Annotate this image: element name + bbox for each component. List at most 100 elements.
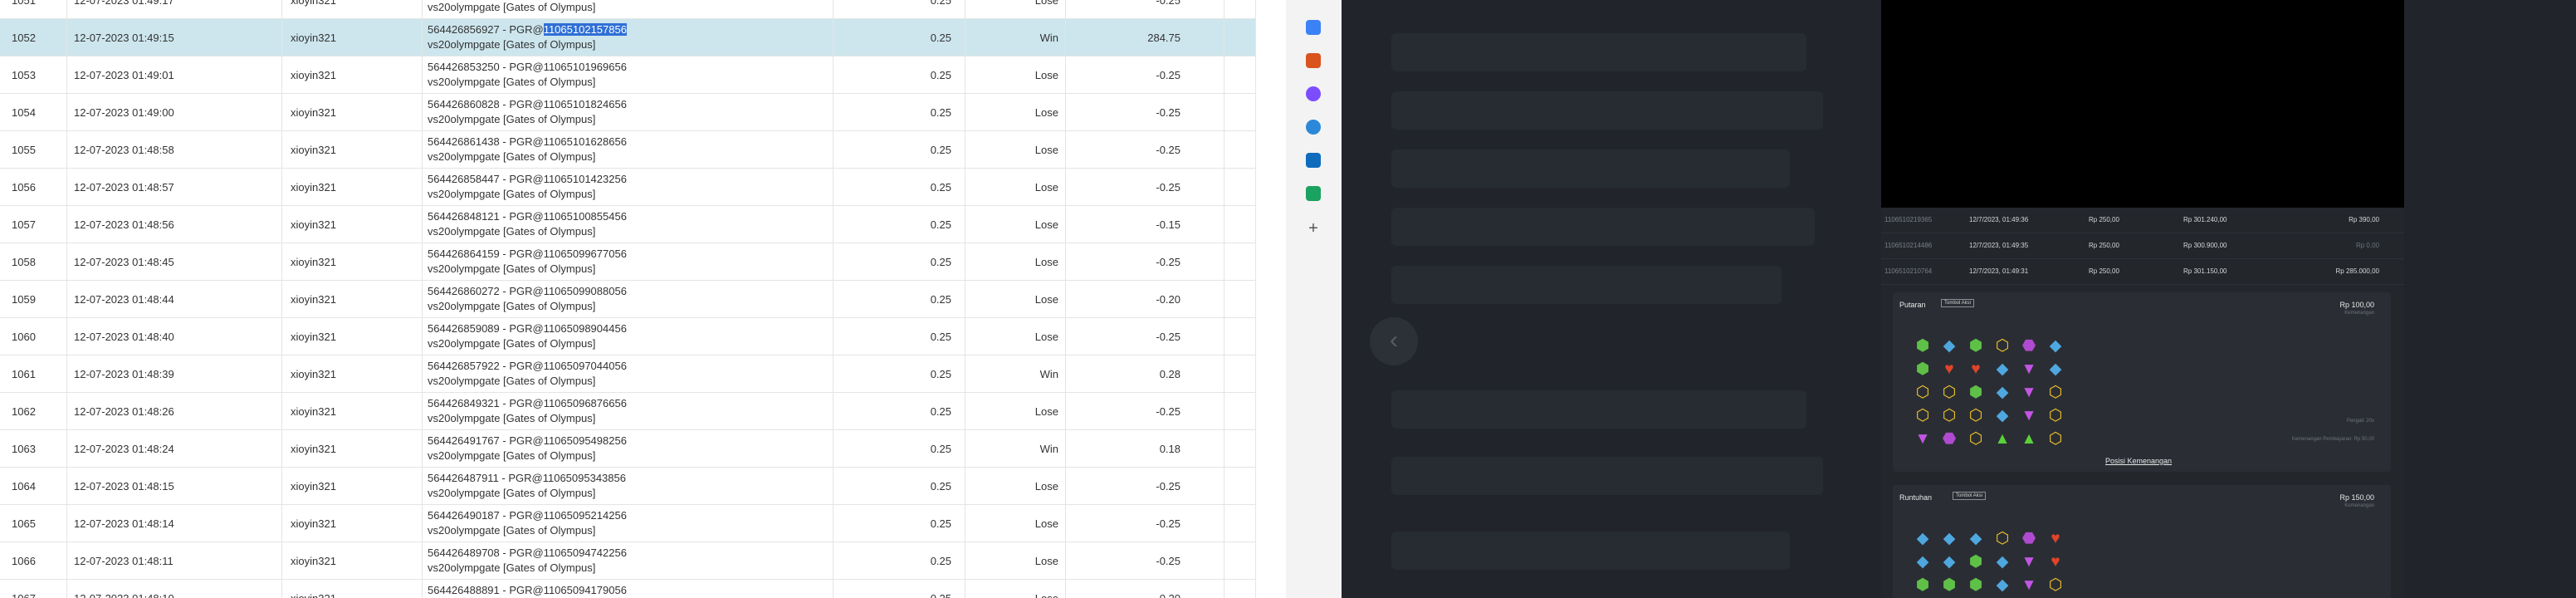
- date-cell: 12-07-2023 01:49:15: [66, 18, 282, 56]
- result-cell: Lose: [965, 392, 1066, 430]
- table-row[interactable]: 1066 12-07-2023 01:48:11 xioyin321 56442648…: [0, 542, 1255, 580]
- spin-win-label: Kemenangan: [2344, 311, 2374, 316]
- date-cell: 12-07-2023 01:48:57: [66, 168, 282, 206]
- win-positions-link[interactable]: Posisi Kemenangan: [2105, 457, 2172, 465]
- date-cell: 12-07-2023 01:48:14: [66, 504, 282, 542]
- person-icon[interactable]: [1306, 86, 1321, 101]
- briefcase-icon[interactable]: [1306, 53, 1321, 68]
- transaction-table: 105112-07-2023 01:49:17xioyin32156442685…: [0, 0, 1255, 598]
- transaction-id: 564426861438 - PGR@11065101628656: [428, 135, 826, 150]
- round-bet: Rp 250,00: [2089, 216, 2119, 223]
- jackpot-cell: 0.00: [1224, 280, 1255, 318]
- transaction-ref: 564426487911 - PGR@11065095343856: [428, 472, 626, 484]
- row-number-cell: 1056: [0, 168, 67, 206]
- bet-cell: 0.25: [833, 542, 965, 580]
- yellow-gem-icon: ⬡: [2048, 576, 2063, 594]
- tag-icon[interactable]: [1306, 20, 1321, 35]
- username-cell: xioyin321: [281, 317, 423, 355]
- table-row[interactable]: 1063 12-07-2023 01:48:24 xioyin321 56442649…: [0, 429, 1255, 468]
- table-row[interactable]: 105112-07-2023 01:49:17xioyin32156442685…: [0, 0, 1255, 19]
- game-name: vs20olympgate [Gates of Olympus]: [428, 561, 596, 574]
- result-cell: Lose: [965, 542, 1066, 580]
- row-number-cell: 1061: [0, 355, 67, 393]
- date-cell: 12-07-2023 01:48:11: [66, 542, 282, 580]
- description-cell: 564426490187 - PGR@11065095214256 vs20oly…: [422, 504, 833, 542]
- transaction-id: 564426864159 - PGR@11065099677056: [428, 247, 826, 262]
- game-name: vs20olympgate [Gates of Olympus]: [428, 375, 596, 387]
- table-row[interactable]: 1067 12-07-2023 01:48:10 xioyin321 56442648…: [0, 579, 1255, 598]
- purple-triangle-gem-icon: ▼: [1914, 429, 1931, 448]
- date-cell: 12-07-2023 01:49:17: [66, 0, 282, 19]
- round-win: Rp 0,00: [2355, 242, 2379, 249]
- copilot-icon[interactable]: [1306, 120, 1321, 135]
- game-name: vs20olympgate [Gates of Olympus]: [428, 225, 596, 238]
- history-row[interactable]: 1106510214486 12/7/2023, 01:49:35 Rp 250,0…: [1881, 233, 2404, 259]
- history-row[interactable]: 1106510210764 12/7/2023, 01:49:31 Rp 250,0…: [1881, 259, 2404, 285]
- jackpot-cell: 0.00: [1224, 130, 1255, 169]
- chevron-left-icon[interactable]: ‹: [1370, 317, 1418, 365]
- selected-text[interactable]: 11065102157856: [543, 23, 627, 36]
- result-cell: Lose: [965, 579, 1066, 598]
- table-row[interactable]: 1054 12-07-2023 01:49:00 xioyin321 56442686…: [0, 93, 1255, 131]
- jackpot-cell: 0.00: [1224, 168, 1255, 206]
- table-row[interactable]: 1065 12-07-2023 01:48:14 xioyin321 56442649…: [0, 504, 1255, 542]
- transaction-id: 564426487911 - PGR@11065095343856: [428, 471, 826, 486]
- history-row[interactable]: 1106510219365 12/7/2023, 01:49:36 Rp 250,0…: [1881, 208, 2404, 233]
- description-cell: 564426859089 - PGR@11065098904456 vs20oly…: [422, 317, 833, 355]
- username-cell: xioyin321: [281, 579, 423, 598]
- transaction-ref: 564426860272 - PGR@11065099088056: [428, 285, 627, 297]
- transaction-ref: 564426859089 - PGR@11065098904456: [428, 322, 627, 335]
- table-row[interactable]: 1060 12-07-2023 01:48:40 xioyin321 56442685…: [0, 317, 1255, 355]
- add-icon[interactable]: +: [1306, 220, 1321, 237]
- action-tag[interactable]: Tombol Aksi: [1941, 299, 1975, 307]
- win-amount-cell: -0.25: [1065, 392, 1224, 430]
- bet-cell: 0.25: [833, 130, 965, 169]
- background-list-item: [1391, 33, 1806, 71]
- win-amount-cell: 0.18: [1065, 429, 1224, 468]
- table-row[interactable]: 1064 12-07-2023 01:48:15 xioyin321 56442648…: [0, 467, 1255, 505]
- transaction-ref: 564426857922 - PGR@11065097044056: [428, 360, 627, 372]
- description-cell: 564426858447 - PGR@11065101423256 vs20oly…: [422, 168, 833, 206]
- username-cell: xioyin321: [281, 0, 423, 19]
- game-name: vs20olympgate [Gates of Olympus]: [428, 76, 596, 88]
- win-amount-cell: -0.25: [1065, 130, 1224, 169]
- outlook-icon[interactable]: [1306, 153, 1321, 168]
- transaction-id: 564426848121 - PGR@11065100855456: [428, 209, 826, 224]
- transaction-id: 564426857922 - PGR@11065097044056: [428, 359, 826, 374]
- background-list-item: [1391, 91, 1823, 130]
- date-cell: 12-07-2023 01:48:15: [66, 467, 282, 505]
- table-row[interactable]: 1062 12-07-2023 01:48:26 xioyin321 56442684…: [0, 392, 1255, 430]
- yellow-gem-icon: ⬡: [2048, 383, 2063, 401]
- background-list-item: [1391, 390, 1806, 429]
- table-row[interactable]: 1055 12-07-2023 01:48:58 xioyin321 56442686…: [0, 130, 1255, 169]
- result-cell: Win: [965, 355, 1066, 393]
- row-number-cell: 1064: [0, 467, 67, 505]
- green-gem-icon: ⬢: [1942, 576, 1957, 594]
- win-amount-cell: -0.25: [1065, 0, 1224, 19]
- transaction-ref: 564426861438 - PGR@11065101628656: [428, 135, 627, 148]
- table-row[interactable]: 1059 12-07-2023 01:48:44 xioyin321 56442686…: [0, 280, 1255, 318]
- table-row[interactable]: 1057 12-07-2023 01:48:56 xioyin321 56442684…: [0, 205, 1255, 243]
- green-gem-icon: ⬢: [1968, 336, 1983, 355]
- bet-cell: 0.25: [833, 317, 965, 355]
- table-row[interactable]: 1061 12-07-2023 01:48:39 xioyin321 56442685…: [0, 355, 1255, 393]
- username-cell: xioyin321: [281, 355, 423, 393]
- row-number-cell: 1067: [0, 579, 67, 598]
- table-row[interactable]: 1056 12-07-2023 01:48:57 xioyin321 56442685…: [0, 168, 1255, 206]
- jackpot-cell: 0.00: [1224, 0, 1255, 19]
- transaction-ref: 564426864159 - PGR@11065099677056: [428, 248, 627, 260]
- result-cell: Win: [965, 18, 1066, 56]
- shopping-icon[interactable]: [1306, 186, 1321, 201]
- game-name: vs20olympgate [Gates of Olympus]: [428, 412, 596, 424]
- transaction-id: 564426860272 - PGR@11065099088056: [428, 284, 826, 299]
- table-row[interactable]: 1053 12-07-2023 01:49:01 xioyin321 56442685…: [0, 56, 1255, 94]
- table-row[interactable]: 1058 12-07-2023 01:48:45 xioyin321 56442686…: [0, 243, 1255, 281]
- description-cell: 564426861438 - PGR@11065101628656 vs20oly…: [422, 130, 833, 169]
- table-row[interactable]: 1052 12-07-2023 01:49:15 xioyin321 56442685…: [0, 18, 1255, 56]
- bet-cell: 0.25: [833, 579, 965, 598]
- action-tag[interactable]: Tombol Aksi: [1953, 492, 1987, 500]
- green-gem-icon: ⬢: [1968, 552, 1983, 571]
- win-amount-cell: -0.25: [1065, 168, 1224, 206]
- row-number-cell: 1066: [0, 542, 67, 580]
- row-number-cell: 1055: [0, 130, 67, 169]
